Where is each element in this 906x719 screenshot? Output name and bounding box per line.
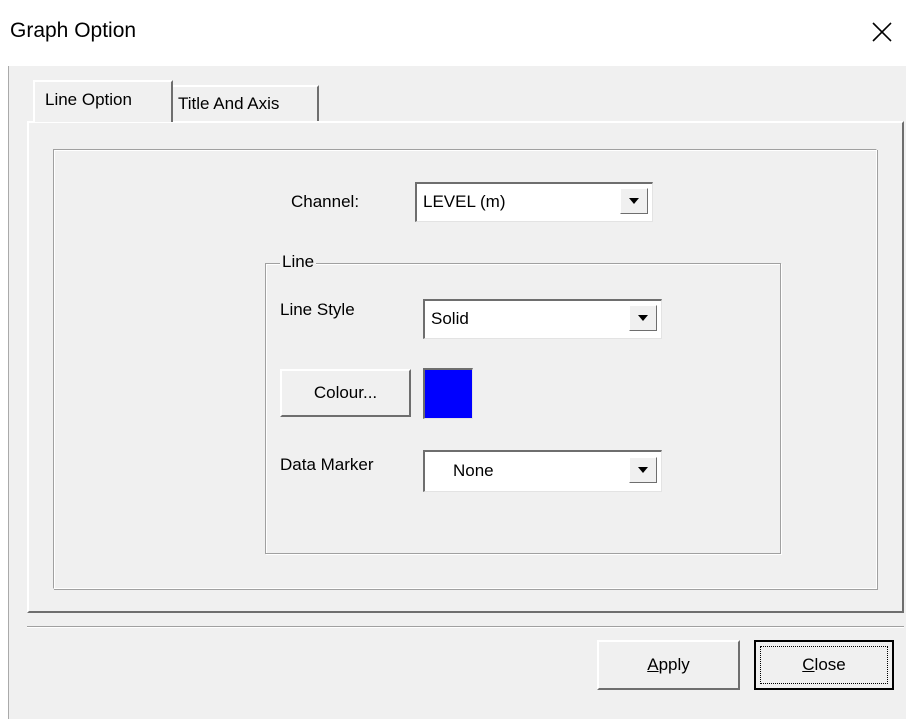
- channel-label: Channel:: [291, 192, 360, 211]
- line-style-value: Solid: [431, 309, 469, 328]
- line-groupbox: Line Line Style Solid Colour... Data Mar…: [265, 252, 781, 554]
- graph-option-dialog: Graph Option Line Option Title And Axis …: [0, 0, 906, 719]
- tab-label: Title And Axis: [178, 94, 280, 113]
- close-icon[interactable]: [864, 14, 900, 50]
- line-group-legend: Line: [280, 252, 317, 272]
- footer-separator: [27, 626, 904, 628]
- title-bar: Graph Option: [0, 0, 906, 66]
- focus-rect: [760, 646, 888, 684]
- data-marker-value: None: [453, 461, 494, 480]
- tab-title-and-axis[interactable]: Title And Axis: [173, 85, 319, 121]
- data-marker-label: Data Marker: [280, 455, 374, 474]
- close-button[interactable]: Close: [754, 640, 894, 690]
- channel-select[interactable]: LEVEL (m): [415, 182, 653, 222]
- apply-label: Apply: [647, 655, 690, 674]
- chevron-down-icon[interactable]: [629, 457, 657, 483]
- options-frame: Channel: LEVEL (m) Line Line Style Solid: [53, 149, 877, 589]
- tab-panel: Channel: LEVEL (m) Line Line Style Solid: [27, 121, 904, 613]
- chevron-down-icon[interactable]: [629, 305, 657, 331]
- tab-line-option[interactable]: Line Option: [33, 80, 173, 122]
- tab-label: Line Option: [45, 90, 132, 109]
- window-title: Graph Option: [10, 19, 137, 42]
- data-marker-select[interactable]: None: [423, 450, 662, 492]
- line-style-label: Line Style: [280, 300, 355, 319]
- chevron-down-icon[interactable]: [620, 188, 648, 214]
- dialog-client-area: Line Option Title And Axis Channel: LEVE…: [8, 66, 906, 719]
- channel-value: LEVEL (m): [423, 192, 506, 211]
- colour-swatch: [423, 368, 473, 419]
- apply-button[interactable]: Apply: [597, 640, 740, 690]
- line-style-select[interactable]: Solid: [423, 299, 662, 339]
- colour-button[interactable]: Colour...: [280, 369, 411, 417]
